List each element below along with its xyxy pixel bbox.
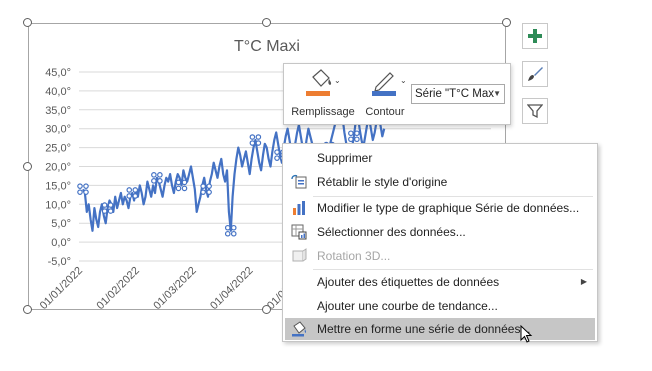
- pen-outline-icon: ⌄: [372, 72, 407, 96]
- menu-item-label: Rotation 3D...: [317, 249, 391, 263]
- chart-title[interactable]: T°C Maxi: [234, 38, 300, 55]
- context-menu: Supprimer Rétablir le style d'origine Mo…: [282, 143, 598, 342]
- fill-label: Remplissage: [291, 106, 355, 118]
- resize-handle-top-left[interactable]: [23, 18, 32, 27]
- menu-item-label: Sélectionner des données...: [317, 225, 466, 239]
- filter-icon: [527, 104, 543, 119]
- resize-handle-top[interactable]: [262, 18, 271, 27]
- resize-handle-bottom-left[interactable]: [23, 305, 32, 314]
- menu-item-change-chart-type[interactable]: Modifier le type de graphique Série de d…: [285, 197, 595, 219]
- fill-button[interactable]: ⌄ Remplissage: [288, 68, 358, 122]
- menu-item-select-data[interactable]: Sélectionner des données...: [285, 221, 595, 243]
- chart-type-icon: [293, 201, 305, 215]
- outline-button[interactable]: ⌄ Contour: [360, 68, 410, 122]
- x-tick-label: 01/01/2022: [38, 265, 85, 311]
- menu-item-label: Rétablir le style d'origine: [317, 175, 448, 189]
- y-tick-label: 35,0°: [45, 105, 71, 117]
- menu-separator: [313, 269, 593, 270]
- menu-item-label: Supprimer: [317, 151, 373, 165]
- resize-handle-top-right[interactable]: [502, 18, 511, 27]
- chart-elements-button[interactable]: [522, 23, 548, 49]
- rotation-3d-icon: [292, 248, 307, 262]
- y-tick-label: 5,0°: [51, 218, 71, 230]
- menu-item-label: Ajouter une courbe de tendance...: [317, 299, 498, 313]
- y-tick-label: 40,0°: [45, 86, 71, 98]
- outline-color-swatch: [372, 91, 396, 96]
- x-tick-label: 01/03/2022: [151, 265, 198, 311]
- menu-item-reset-style[interactable]: Rétablir le style d'origine: [285, 171, 595, 193]
- y-tick-label: 30,0°: [45, 124, 71, 136]
- x-tick-label: 01/04/2022: [208, 265, 255, 311]
- y-tick-label: 25,0°: [45, 143, 71, 155]
- chart-styles-button[interactable]: [522, 61, 548, 87]
- outline-label: Contour: [365, 106, 405, 118]
- mouse-cursor-icon: [520, 325, 533, 343]
- menu-item-add-data-labels[interactable]: Ajouter des étiquettes de données ▶: [285, 271, 595, 293]
- series-select-value: Série "T°C Max: [415, 88, 494, 100]
- select-data-icon: [291, 224, 307, 240]
- chevron-down-icon: ▼: [493, 89, 501, 98]
- brush-icon: [528, 67, 543, 81]
- reset-style-icon: [291, 174, 307, 189]
- y-tick-label: -5,0°: [48, 256, 71, 268]
- menu-item-label: Ajouter des étiquettes de données: [317, 275, 500, 289]
- resize-handle-left[interactable]: [23, 162, 32, 171]
- series-select[interactable]: Série "T°C Max ▼: [411, 84, 505, 104]
- menu-item-label: Mettre en forme une série de données...: [317, 322, 531, 336]
- plus-icon: [528, 29, 542, 43]
- fill-color-swatch: [306, 91, 330, 96]
- chart-filters-button[interactable]: [522, 98, 548, 124]
- menu-item-format-data-series[interactable]: Mettre en forme une série de données...: [285, 318, 595, 340]
- menu-item-add-trendline[interactable]: Ajouter une courbe de tendance...: [285, 295, 595, 317]
- resize-handle-bottom[interactable]: [262, 305, 271, 314]
- menu-item-delete[interactable]: Supprimer: [285, 147, 595, 169]
- menu-item-rotation-3d[interactable]: Rotation 3D...: [285, 245, 595, 267]
- paint-bucket-icon: ⌄: [306, 69, 341, 96]
- format-mini-toolbar: ⌄ Remplissage ⌄ Contour Série "T°C Max ▼: [283, 63, 511, 125]
- y-tick-label: 10,0°: [45, 199, 71, 211]
- y-tick-label: 15,0°: [45, 180, 71, 192]
- menu-item-label: Modifier le type de graphique Série de d…: [317, 201, 580, 215]
- format-series-icon: [292, 321, 307, 337]
- fill-dropdown-icon: ⌄: [334, 76, 341, 85]
- y-tick-label: 45,0°: [45, 67, 71, 79]
- outline-dropdown-icon: ⌄: [400, 76, 407, 85]
- submenu-arrow-icon: ▶: [580, 277, 587, 286]
- x-tick-label: 01/02/2022: [95, 265, 142, 311]
- y-tick-label: 20,0°: [45, 162, 71, 174]
- y-tick-label: 0,0°: [51, 237, 71, 249]
